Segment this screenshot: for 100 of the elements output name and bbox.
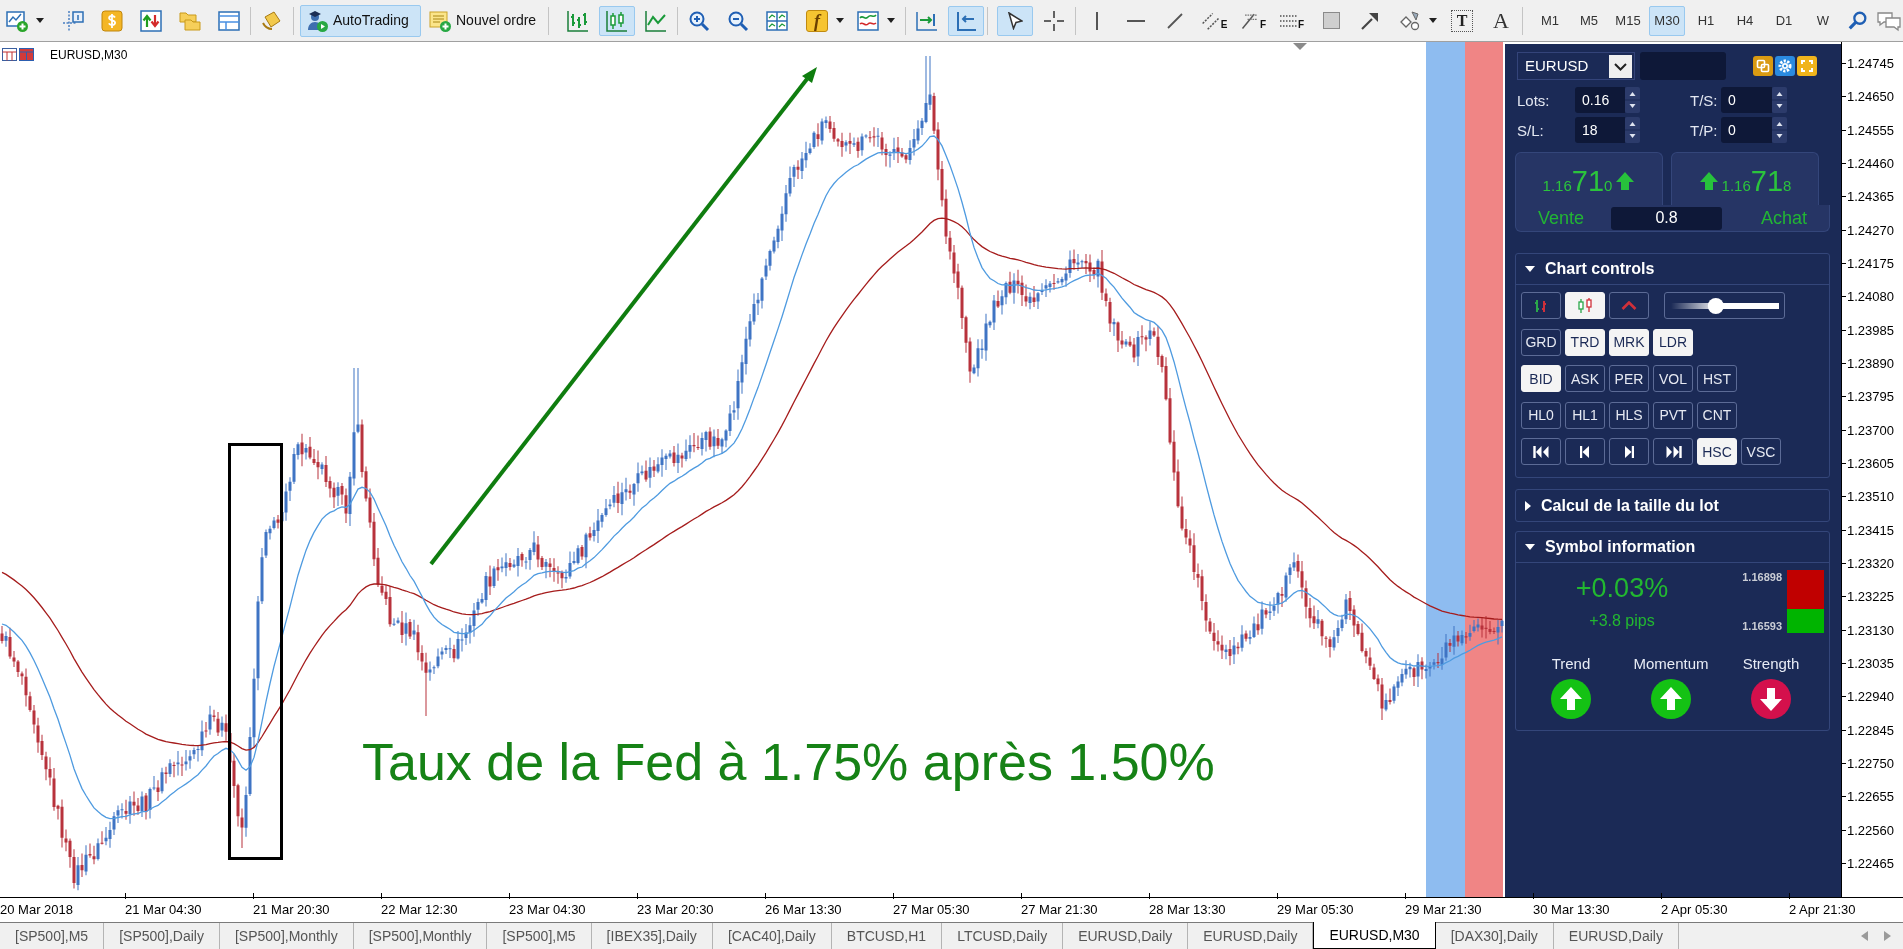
navigation-button[interactable] xyxy=(1565,438,1605,465)
toggle-button[interactable]: HST xyxy=(1697,365,1737,392)
cursor-button[interactable] xyxy=(997,5,1033,36)
chart-type-button[interactable] xyxy=(1609,292,1649,319)
timeframe-button[interactable]: M15 xyxy=(1610,5,1646,36)
time-label: 21 Mar 04:30 xyxy=(125,902,202,919)
channel-button[interactable]: E xyxy=(1196,5,1232,36)
toggle-button[interactable]: HSC xyxy=(1697,438,1737,465)
slider-track[interactable] xyxy=(1670,297,1779,314)
autoscroll-button[interactable] xyxy=(948,5,984,36)
time-label: 22 Mar 12:30 xyxy=(381,902,458,919)
chart-tab[interactable]: [SP500],M5 xyxy=(487,923,592,949)
section-header[interactable]: Symbol information xyxy=(1516,532,1829,563)
toggle-button[interactable]: TRD xyxy=(1565,328,1605,356)
up-down-arrows-icon xyxy=(139,8,163,33)
diagonal-line-icon xyxy=(1167,12,1183,29)
timeframe-button[interactable]: H4 xyxy=(1727,5,1763,36)
timeframe-button[interactable]: D1 xyxy=(1766,5,1802,36)
timeframe-button[interactable]: W xyxy=(1805,5,1841,36)
symbol-select[interactable]: EURUSD xyxy=(1517,52,1635,80)
slider-thumb[interactable] xyxy=(1707,297,1724,314)
price-label: 1.22560 xyxy=(1847,823,1894,837)
sell-label[interactable]: Vente xyxy=(1516,209,1606,227)
toggle-button[interactable]: CNT xyxy=(1697,401,1737,429)
spinner-control[interactable] xyxy=(1772,117,1787,143)
chart-tab[interactable]: [SP500],M5 xyxy=(0,923,105,949)
search-icon[interactable] xyxy=(1847,9,1869,32)
toggle-button[interactable]: HL0 xyxy=(1521,401,1561,429)
candlestick-chart-button[interactable] xyxy=(599,5,635,36)
buy-label[interactable]: Achat xyxy=(1739,209,1829,227)
price-label: 1.24460 xyxy=(1847,157,1894,171)
price-label: 1.23985 xyxy=(1847,323,1894,337)
chart-tab[interactable]: BTCUSD,H1 xyxy=(831,923,943,949)
timeframe-button[interactable]: M30 xyxy=(1649,5,1685,36)
text-field[interactable] xyxy=(1640,52,1726,80)
copy-icon[interactable] xyxy=(1753,56,1773,76)
toggle-button[interactable]: MRK xyxy=(1609,328,1649,356)
timeframe-button[interactable]: H1 xyxy=(1688,5,1724,36)
navigation-button[interactable] xyxy=(1521,438,1561,465)
chart-tab[interactable]: [CAC40],Daily xyxy=(712,923,832,949)
toggle-button[interactable]: HLS xyxy=(1609,401,1649,429)
scroll-right-icon[interactable] xyxy=(1884,931,1891,941)
user-play-icon xyxy=(305,8,329,33)
scroll-left-icon[interactable] xyxy=(1861,931,1868,941)
text-tool-button[interactable]: T xyxy=(1451,9,1473,32)
chart-tab[interactable]: [SP500],Daily xyxy=(104,923,220,949)
time-label: 26 Mar 13:30 xyxy=(765,902,842,919)
chart-tab[interactable]: EURUSD,M30 xyxy=(1313,922,1436,949)
settings-icon[interactable] xyxy=(1775,56,1795,76)
section-header[interactable]: Chart controls xyxy=(1516,254,1829,285)
toggle-button[interactable]: LDR xyxy=(1653,328,1693,356)
timeframe-button[interactable]: M1 xyxy=(1532,5,1568,36)
chart-tab[interactable]: LTCUSD,Daily xyxy=(942,923,1064,949)
toggle-button[interactable]: GRD xyxy=(1521,328,1561,356)
zoom-slider[interactable] xyxy=(1664,292,1785,319)
buy-button[interactable]: 1.16718 xyxy=(1671,152,1819,205)
toggle-button[interactable]: PER xyxy=(1609,365,1649,392)
price-label: 1.24650 xyxy=(1847,90,1894,104)
shapes-icon xyxy=(1398,8,1422,33)
note-plus-icon xyxy=(428,8,452,33)
indicators-button[interactable]: f xyxy=(806,9,828,32)
price-label: 1.24270 xyxy=(1847,223,1894,237)
fibonacci-button[interactable]: F xyxy=(1235,5,1271,36)
chart-tab[interactable]: [SP500],Monthly xyxy=(353,923,488,949)
timeframe-button[interactable]: M5 xyxy=(1571,5,1607,36)
number-field[interactable]: 0 xyxy=(1721,117,1772,143)
signal-label: Momentum xyxy=(1633,655,1709,673)
chart-tab[interactable]: [SP500],Monthly xyxy=(220,923,354,949)
section-header[interactable]: Calcul de la taille du lot xyxy=(1516,490,1829,521)
toggle-button[interactable]: PVT xyxy=(1653,401,1693,429)
new-order-button[interactable]: Nouvel ordre xyxy=(424,4,545,37)
toggle-button[interactable]: VOL xyxy=(1653,365,1693,392)
chart-tab[interactable]: [IBEX35],Daily xyxy=(591,923,713,949)
navigation-button[interactable] xyxy=(1653,438,1693,465)
chart-tab[interactable]: EURUSD,Daily xyxy=(1553,923,1679,949)
chart-plus-icon xyxy=(5,8,29,33)
toggle-button[interactable]: VSC xyxy=(1741,438,1781,465)
autotrading-button[interactable]: AutoTrading xyxy=(300,4,421,37)
maximize-icon[interactable] xyxy=(1797,56,1817,76)
dotted-lines-icon xyxy=(1279,14,1298,27)
fibonacci-levels-button[interactable]: F xyxy=(1274,5,1310,36)
toggle-button[interactable]: BID xyxy=(1521,365,1561,392)
price-label: 1.24365 xyxy=(1847,190,1894,204)
chart-type-button[interactable] xyxy=(1521,292,1561,319)
spinner-control[interactable] xyxy=(1625,117,1640,143)
spinner-control[interactable] xyxy=(1625,87,1640,113)
toggle-button[interactable]: HL1 xyxy=(1565,401,1605,429)
chart-tab[interactable]: EURUSD,Daily xyxy=(1063,923,1189,949)
number-field[interactable]: 0.16 xyxy=(1575,87,1625,113)
field-label: S/L: xyxy=(1517,122,1545,138)
navigation-button[interactable] xyxy=(1609,438,1649,465)
text-label-button[interactable]: A xyxy=(1483,5,1519,36)
chart-tab[interactable]: [DAX30],Daily xyxy=(1435,923,1554,949)
spinner-control[interactable] xyxy=(1772,87,1787,113)
number-field[interactable]: 18 xyxy=(1575,117,1625,143)
toggle-button[interactable]: ASK xyxy=(1565,365,1605,392)
sell-button[interactable]: 1.16710 xyxy=(1515,152,1663,205)
price-label: 1.23510 xyxy=(1847,490,1894,504)
step-forward-icon xyxy=(1624,444,1634,459)
number-field[interactable]: 0 xyxy=(1721,87,1772,113)
